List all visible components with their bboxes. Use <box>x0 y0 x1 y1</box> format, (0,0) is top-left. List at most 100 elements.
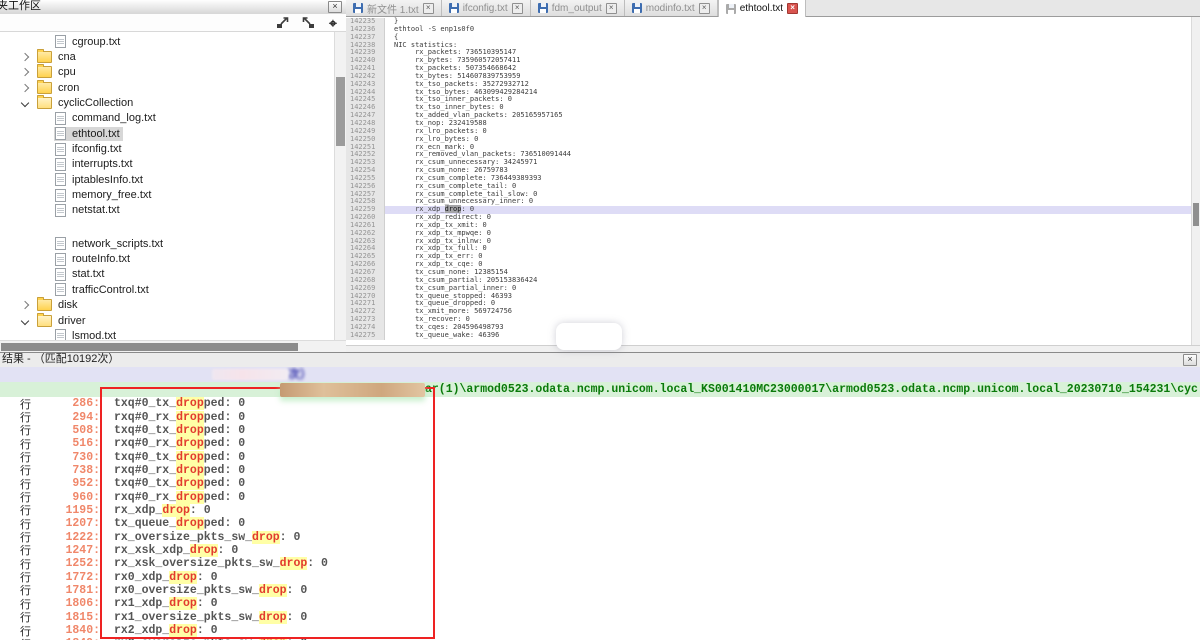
tree-item-label: disk <box>58 299 78 311</box>
tree-item-label: cyclicCollection <box>58 97 133 109</box>
chevron-right-icon[interactable] <box>21 53 29 61</box>
row-line-number: 516: <box>36 437 100 450</box>
row-line-number: 1781: <box>36 584 100 597</box>
tab-close-icon[interactable]: × <box>606 3 617 14</box>
folder-icon <box>37 51 52 63</box>
workspace-panel: 夹工作区 × ⌖ cgroup.txtcnacpucroncyclicColle… <box>0 0 347 352</box>
tree-item-cgroup-txt[interactable]: cgroup.txt <box>0 34 334 49</box>
floppy-icon <box>449 3 459 13</box>
floppy-icon <box>726 4 736 14</box>
tree-item-inner: command_log.txt <box>54 111 159 125</box>
editor-line[interactable]: 142236ethtool -S enp1s0f0 <box>346 26 1191 34</box>
workspace-close-icon[interactable]: × <box>328 1 342 13</box>
editor-line-text: tx_cqes: 204596498793 <box>385 324 1191 332</box>
tab-close-icon[interactable]: × <box>699 3 710 14</box>
blur-patch-editor <box>556 323 622 350</box>
tree-item-label: memory_free.txt <box>72 189 151 201</box>
editor-line-text: tx_recover: 0 <box>385 316 1191 324</box>
results-close-icon[interactable]: × <box>1183 354 1197 366</box>
tab-modinfo-txt[interactable]: modinfo.txt× <box>625 0 718 16</box>
file-icon <box>55 329 66 340</box>
chevron-right-icon[interactable] <box>21 83 29 91</box>
editor-vscrollbar-thumb[interactable] <box>1193 203 1199 226</box>
tab-close-icon[interactable]: × <box>512 3 523 14</box>
tree-item-label: trafficControl.txt <box>72 284 149 296</box>
locate-file-icon[interactable]: ⌖ <box>325 16 341 30</box>
editor-line[interactable]: 142272 tx_xmit_more: 569724756 <box>346 308 1191 316</box>
tree-item-routeinfo-txt[interactable]: routeInfo.txt <box>0 251 334 266</box>
tree-item-inner: memory_free.txt <box>54 188 154 202</box>
editor[interactable]: 142235}142236ethtool -S enp1s0f0142237{1… <box>346 17 1200 345</box>
file-icon <box>55 112 66 125</box>
tree-item-interrupts-txt[interactable]: interrupts.txt <box>0 157 334 172</box>
row-line-number: 1806: <box>36 597 100 610</box>
chevron-down-icon[interactable] <box>21 316 29 324</box>
tree-item-iptablesinfo-txt[interactable]: iptablesInfo.txt <box>0 172 334 187</box>
editor-lines: 142235}142236ethtool -S enp1s0f0142237{1… <box>346 18 1191 340</box>
row-line-number: 1252: <box>36 557 100 570</box>
tab-fdm-output[interactable]: fdm_output× <box>531 0 625 16</box>
tree-item-stat-txt[interactable]: stat.txt <box>0 267 334 282</box>
floppy-icon <box>353 3 363 13</box>
tab-close-icon[interactable]: × <box>423 3 434 14</box>
row-line-number: 1815: <box>36 611 100 624</box>
file-icon <box>55 268 66 281</box>
file-icon <box>55 158 66 171</box>
tree-item-network-scripts-txt[interactable]: network_scripts.txt <box>0 236 334 251</box>
editor-line-text: tx_queue_stopped: 46393 <box>385 293 1191 301</box>
editor-hscrollbar[interactable] <box>346 345 1200 352</box>
tab-1-txt[interactable]: 新文件 1.txt× <box>346 0 442 16</box>
tree-item-ifconfig-txt[interactable]: ifconfig.txt <box>0 141 334 156</box>
editor-line[interactable]: 142275 tx_queue_wake: 46396 <box>346 332 1191 340</box>
tree-hscrollbar-thumb[interactable] <box>1 343 298 351</box>
editor-vscrollbar <box>1191 17 1200 345</box>
row-line-number: 730: <box>36 451 100 464</box>
tree-item-memory-free-txt[interactable]: memory_free.txt <box>0 187 334 202</box>
tree-vscrollbar-thumb[interactable] <box>336 77 345 146</box>
row-line-label: 行 <box>20 636 36 640</box>
editor-line-text: ethtool -S enp1s0f0 <box>385 26 1191 34</box>
chevron-right-icon[interactable] <box>21 68 29 76</box>
tree-item-inner: interrupts.txt <box>54 157 136 171</box>
tree-item-cycliccollection[interactable]: cyclicCollection <box>0 95 334 110</box>
tree-item-inner: disk <box>36 298 81 312</box>
tree-item-trafficcontrol-txt[interactable]: trafficControl.txt <box>0 282 334 297</box>
editor-line-text: tx_added_vlan_packets: 205165957165 <box>385 112 1191 120</box>
tree-item-label: stat.txt <box>72 268 104 280</box>
tree-item-inner: trafficControl.txt <box>54 283 152 297</box>
expand-all-icon[interactable] <box>275 16 291 30</box>
results-summary: 索 "drop" （1个文件中匹配到10192次，总计 次） <box>0 367 1200 382</box>
blur-patch-summary <box>212 369 288 380</box>
tree-item-inner: iptablesInfo.txt <box>54 173 146 187</box>
row-line-number: 738: <box>36 464 100 477</box>
folder-icon <box>37 299 52 311</box>
row-line-number: 508: <box>36 424 100 437</box>
tree-item-cron[interactable]: cron <box>0 80 334 95</box>
file-icon <box>55 143 66 156</box>
tree-item-netstat-txt[interactable]: netstat.txt <box>0 203 334 218</box>
tree-item-label: command_log.txt <box>72 112 156 124</box>
tree-item-command-log-txt[interactable]: command_log.txt <box>0 111 334 126</box>
tree-item-lsmod-txt[interactable]: lsmod.txt <box>0 328 334 340</box>
chevron-down-icon[interactable] <box>21 99 29 107</box>
annotation-red-box <box>100 387 435 639</box>
editor-line-text: rx_xdp_drop: 0 <box>385 206 1191 214</box>
file-icon <box>55 237 66 250</box>
file-icon <box>55 127 66 140</box>
tree-item-disk[interactable]: disk <box>0 298 334 313</box>
row-line-number: 960: <box>36 491 100 504</box>
tab-ethtool-txt[interactable]: ethtool.txt× <box>718 0 806 17</box>
floppy-icon <box>538 3 548 13</box>
collapse-all-icon[interactable] <box>300 16 316 30</box>
tree-item-driver[interactable]: driver <box>0 313 334 328</box>
editor-line[interactable]: 142237{ <box>346 34 1191 42</box>
tab-ifconfig-txt[interactable]: ifconfig.txt× <box>442 0 531 16</box>
chevron-right-icon[interactable] <box>21 301 29 309</box>
tree-item-cpu[interactable]: cpu <box>0 65 334 80</box>
tree-item-cna[interactable]: cna <box>0 49 334 64</box>
tree-item-inner: cna <box>36 50 79 64</box>
editor-line-text: } <box>385 18 1191 26</box>
tab-close-icon[interactable]: × <box>787 3 798 14</box>
editor-line-text: tx_tso_inner_packets: 0 <box>385 96 1191 104</box>
tree-item-ethtool-txt[interactable]: ethtool.txt <box>0 126 334 141</box>
